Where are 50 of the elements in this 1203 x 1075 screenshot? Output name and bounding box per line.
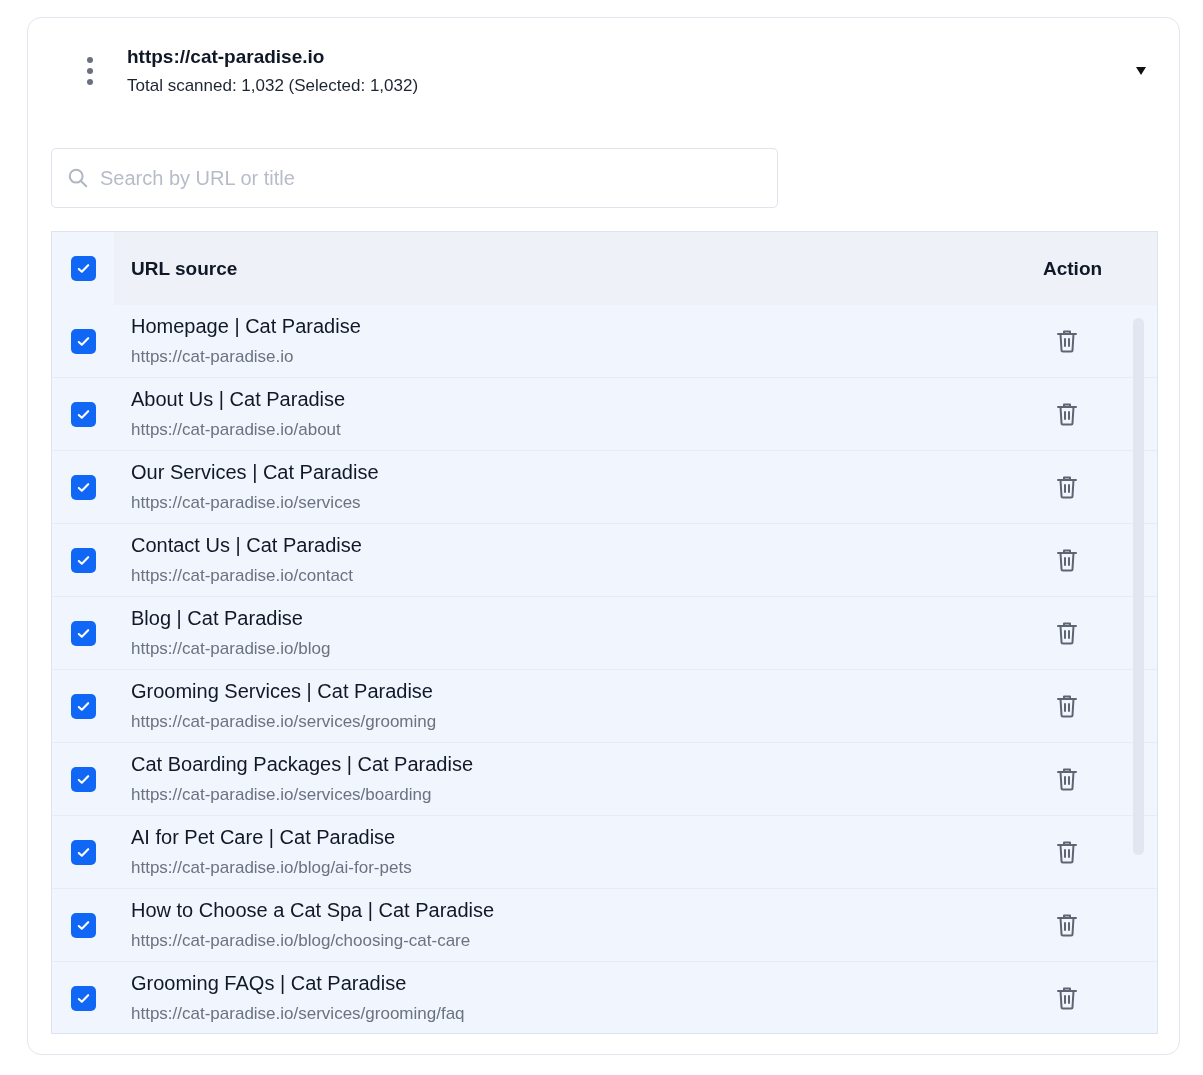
- row-checkbox[interactable]: [70, 766, 96, 792]
- delete-icon[interactable]: [1056, 913, 1078, 937]
- delete-icon[interactable]: [1056, 694, 1078, 718]
- column-header: Action: [1042, 257, 1104, 280]
- delete-icon[interactable]: [1056, 840, 1078, 864]
- page-title: Cat Boarding Packages | Cat Paradise: [131, 753, 475, 776]
- page-url: https://cat-paradise.io/blog: [131, 639, 332, 659]
- delete-icon[interactable]: [1056, 767, 1078, 791]
- delete-icon[interactable]: [1056, 548, 1078, 572]
- page-url: https://cat-paradise.io/about: [131, 420, 342, 440]
- search-field[interactable]: Search by URL or title: [51, 148, 778, 208]
- row-checkbox[interactable]: [70, 401, 96, 427]
- row-checkbox[interactable]: [70, 547, 96, 573]
- page-title: Contact Us | Cat Paradise: [131, 534, 363, 557]
- delete-icon[interactable]: [1056, 402, 1078, 426]
- row-checkbox[interactable]: [70, 985, 96, 1011]
- site-url: https://cat-paradise.io: [127, 46, 326, 68]
- page-title: Grooming Services | Cat Paradise: [131, 680, 434, 703]
- search-icon: [67, 167, 89, 189]
- delete-icon[interactable]: [1056, 475, 1078, 499]
- page-url: https://cat-paradise.io/services/grooming: [131, 712, 438, 732]
- row-checkbox[interactable]: [70, 839, 96, 865]
- page-url: https://cat-paradise.io/services/grooming/faq: [131, 1004, 466, 1024]
- more-options-icon[interactable]: [86, 56, 94, 86]
- page-title: About Us | Cat Paradise: [131, 388, 347, 411]
- row-checkbox[interactable]: [70, 620, 96, 646]
- page-url: https://cat-paradise.io/blog/choosing-cat-care: [131, 931, 472, 951]
- page-title: Grooming FAQs | Cat Paradise: [131, 972, 408, 995]
- page-url: https://cat-paradise.io/blog/ai-for-pets: [131, 858, 413, 878]
- column-header: URL source: [131, 257, 239, 280]
- row-checkbox[interactable]: [70, 474, 96, 500]
- select-all-checkbox[interactable]: [70, 256, 96, 281]
- page-url: https://cat-paradise.io: [131, 347, 295, 367]
- page-url: https://cat-paradise.io/contact: [131, 566, 355, 586]
- delete-icon[interactable]: [1056, 621, 1078, 645]
- page-title: Our Services | Cat Paradise: [131, 461, 380, 484]
- delete-icon[interactable]: [1056, 329, 1078, 353]
- delete-icon[interactable]: [1056, 986, 1078, 1010]
- page-url: https://cat-paradise.io/services/boarding: [131, 785, 433, 805]
- page-title: AI for Pet Care | Cat Paradise: [131, 826, 397, 849]
- page-title: Blog | Cat Paradise: [131, 607, 304, 630]
- caret-icon[interactable]: [1135, 66, 1147, 76]
- row-checkbox[interactable]: [70, 912, 96, 938]
- scan-summary: Total scanned: 1,032 (Selected: 1,032): [127, 76, 420, 96]
- page-url: https://cat-paradise.io/services: [131, 493, 362, 513]
- checkmark-icon: [75, 261, 91, 276]
- row-checkbox[interactable]: [70, 328, 96, 354]
- page-title: Homepage | Cat Paradise: [131, 315, 362, 338]
- page-title: How to Choose a Cat Spa | Cat Paradise: [131, 899, 496, 922]
- row-checkbox[interactable]: [70, 693, 96, 719]
